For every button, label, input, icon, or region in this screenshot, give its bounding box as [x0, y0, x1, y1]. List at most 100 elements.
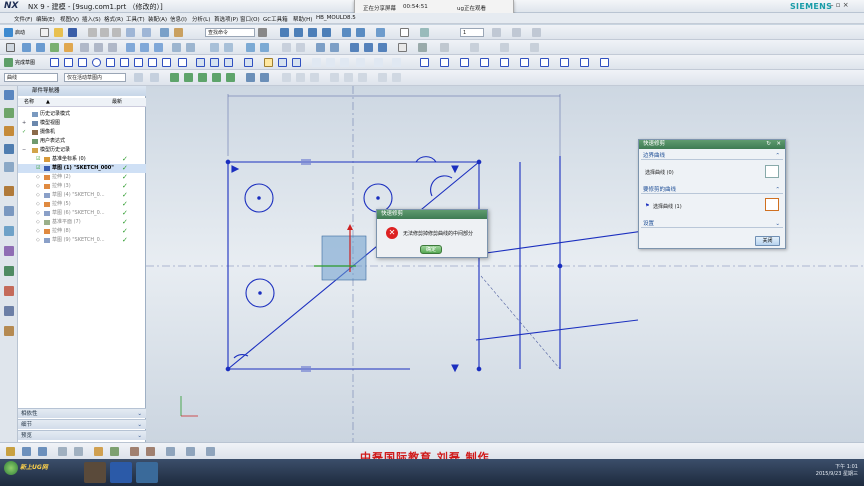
menu-format[interactable]: 格式(R) [104, 15, 123, 23]
view-icon[interactable] [22, 447, 31, 456]
panel-dependencies[interactable]: 相依性 ⌄ [18, 408, 146, 418]
menu-file[interactable]: 文件(F) [14, 15, 32, 23]
nx-app-icon[interactable] [136, 462, 158, 483]
boolean-subtract-icon[interactable] [94, 43, 103, 52]
snap-view-icon[interactable] [398, 43, 407, 52]
cut-icon[interactable] [88, 28, 97, 37]
tool-e-icon[interactable] [166, 447, 175, 456]
rapid-dimension-icon[interactable] [312, 58, 321, 67]
layer-settings-icon[interactable] [420, 28, 429, 37]
tool-c-icon[interactable] [130, 447, 139, 456]
rectangle-icon[interactable] [134, 58, 143, 67]
system-materials-icon[interactable] [4, 226, 14, 236]
tool-a-icon[interactable] [94, 447, 103, 456]
deselect-icon[interactable] [150, 73, 159, 82]
ellipse-icon[interactable] [440, 58, 449, 67]
intersection-point-icon[interactable] [244, 58, 253, 67]
copy-icon[interactable] [100, 28, 109, 37]
show-constraints-icon[interactable] [356, 58, 365, 67]
close-button[interactable]: 关闭 [755, 236, 780, 246]
offset-face-icon[interactable] [260, 43, 269, 52]
spline-icon[interactable] [162, 58, 171, 67]
select-curve-button[interactable] [765, 165, 779, 178]
fillet-icon[interactable] [106, 58, 115, 67]
reuse-library-icon[interactable] [4, 144, 14, 154]
text-curve-icon[interactable] [600, 58, 609, 67]
selection-icon[interactable] [6, 447, 15, 456]
sort-arrow-icon[interactable]: ▲ [46, 98, 50, 107]
finish-sketch-icon[interactable] [4, 58, 13, 67]
nav-item-model-history[interactable]: − 模型历史记录 [18, 146, 146, 155]
roles-icon[interactable] [4, 286, 14, 296]
paste-icon[interactable] [112, 28, 121, 37]
menu-view[interactable]: 视图(V) [60, 15, 79, 23]
start-orb-icon[interactable] [4, 461, 18, 475]
make-corner-icon[interactable] [292, 58, 301, 67]
menu-gc-toolbox[interactable]: GC工具箱 [263, 15, 288, 23]
through-curves-icon[interactable] [330, 43, 339, 52]
snap-point-icon[interactable] [282, 73, 291, 82]
menu-help[interactable]: 帮助(H) [293, 15, 312, 23]
block-icon[interactable] [350, 43, 359, 52]
command-finder-input[interactable]: 查找命令 [205, 28, 255, 37]
nav-item-extrude-3[interactable]: ◇ 拉伸 (3) ✓ [18, 182, 146, 191]
measure-distance-icon[interactable] [282, 43, 291, 52]
quick-extend-icon[interactable] [278, 58, 287, 67]
checkbox-icon[interactable]: ☑ [36, 155, 40, 164]
display-icon[interactable] [38, 447, 47, 456]
collapse-icon[interactable]: − [22, 146, 26, 155]
circle-icon[interactable] [92, 58, 101, 67]
measure-angle-icon[interactable] [296, 43, 305, 52]
nav-item-history-mode[interactable]: 历史记录模式 [18, 110, 146, 119]
menu-tools[interactable]: 工具(T) [126, 15, 145, 23]
studio-spline-icon[interactable] [480, 58, 489, 67]
select-all-icon[interactable] [134, 73, 143, 82]
nav-item-user-expressions[interactable]: 用户表达式 [18, 137, 146, 146]
curve-tool-icon[interactable] [420, 58, 429, 67]
ok-button[interactable]: 确定 [420, 245, 442, 254]
auto-constrain-icon[interactable] [340, 58, 349, 67]
hd3d-tools-icon[interactable] [4, 162, 14, 172]
undo-icon[interactable] [126, 28, 135, 37]
type-filter-select[interactable]: 曲线 [4, 73, 58, 82]
extrude-icon[interactable] [22, 43, 31, 52]
edge-blend-icon[interactable] [126, 43, 135, 52]
share-viewers[interactable]: ug正在观看 [457, 4, 486, 12]
window-controls[interactable]: – ▫ × [830, 1, 849, 9]
nav-item-extrude-8[interactable]: ◇ 拉伸 (8) ✓ [18, 227, 146, 236]
pan-icon[interactable] [322, 28, 331, 37]
analysis-icon[interactable] [500, 43, 509, 52]
start-label[interactable]: 启动 [15, 29, 25, 36]
view-iso-icon[interactable] [260, 73, 269, 82]
boolean-intersect-icon[interactable] [108, 43, 117, 52]
open-folder-icon[interactable] [54, 28, 63, 37]
checkbox-icon[interactable]: ◇ [36, 191, 40, 200]
view-front-icon[interactable] [246, 73, 255, 82]
menu-analysis[interactable]: 分析(L) [192, 15, 210, 23]
datum-plane-icon[interactable] [50, 43, 59, 52]
snap-center-icon[interactable] [198, 73, 207, 82]
menu-assembly[interactable]: 装配(A) [148, 15, 167, 23]
nav-item-extrude-5[interactable]: ◇ 拉伸 (5) ✓ [18, 200, 146, 209]
web-browser-icon[interactable] [4, 186, 14, 196]
nav-item-extrude-2[interactable]: ◇ 拉伸 (2) ✓ [18, 173, 146, 182]
check-icon[interactable]: ✓ [22, 128, 26, 137]
save-icon[interactable] [68, 28, 77, 37]
sketch-icon[interactable] [6, 43, 15, 52]
shell-icon[interactable] [154, 43, 163, 52]
section-curve-to-trim[interactable]: 要修剪的曲线 ⌃ [641, 186, 783, 194]
geometric-constraint-icon[interactable] [326, 58, 335, 67]
select-curve-button-active[interactable] [765, 198, 779, 211]
mirror-icon[interactable] [186, 43, 195, 52]
nav-item-sketch-9[interactable]: ◇ 草图 (9) "SKETCH_0... ✓ [18, 236, 146, 245]
system-scenes-icon[interactable] [4, 306, 14, 316]
hole-icon[interactable] [64, 43, 73, 52]
derived-lines-icon[interactable] [520, 58, 529, 67]
view-orient-icon[interactable] [376, 28, 385, 37]
column-latest[interactable]: 最新 [112, 98, 122, 107]
constraint-navigator-icon[interactable] [4, 126, 14, 136]
snap-arc-center-icon[interactable] [344, 73, 353, 82]
wcs-icon[interactable] [470, 43, 479, 52]
panel-details[interactable]: 细节 ⌄ [18, 419, 146, 429]
revolve-icon[interactable] [36, 43, 45, 52]
